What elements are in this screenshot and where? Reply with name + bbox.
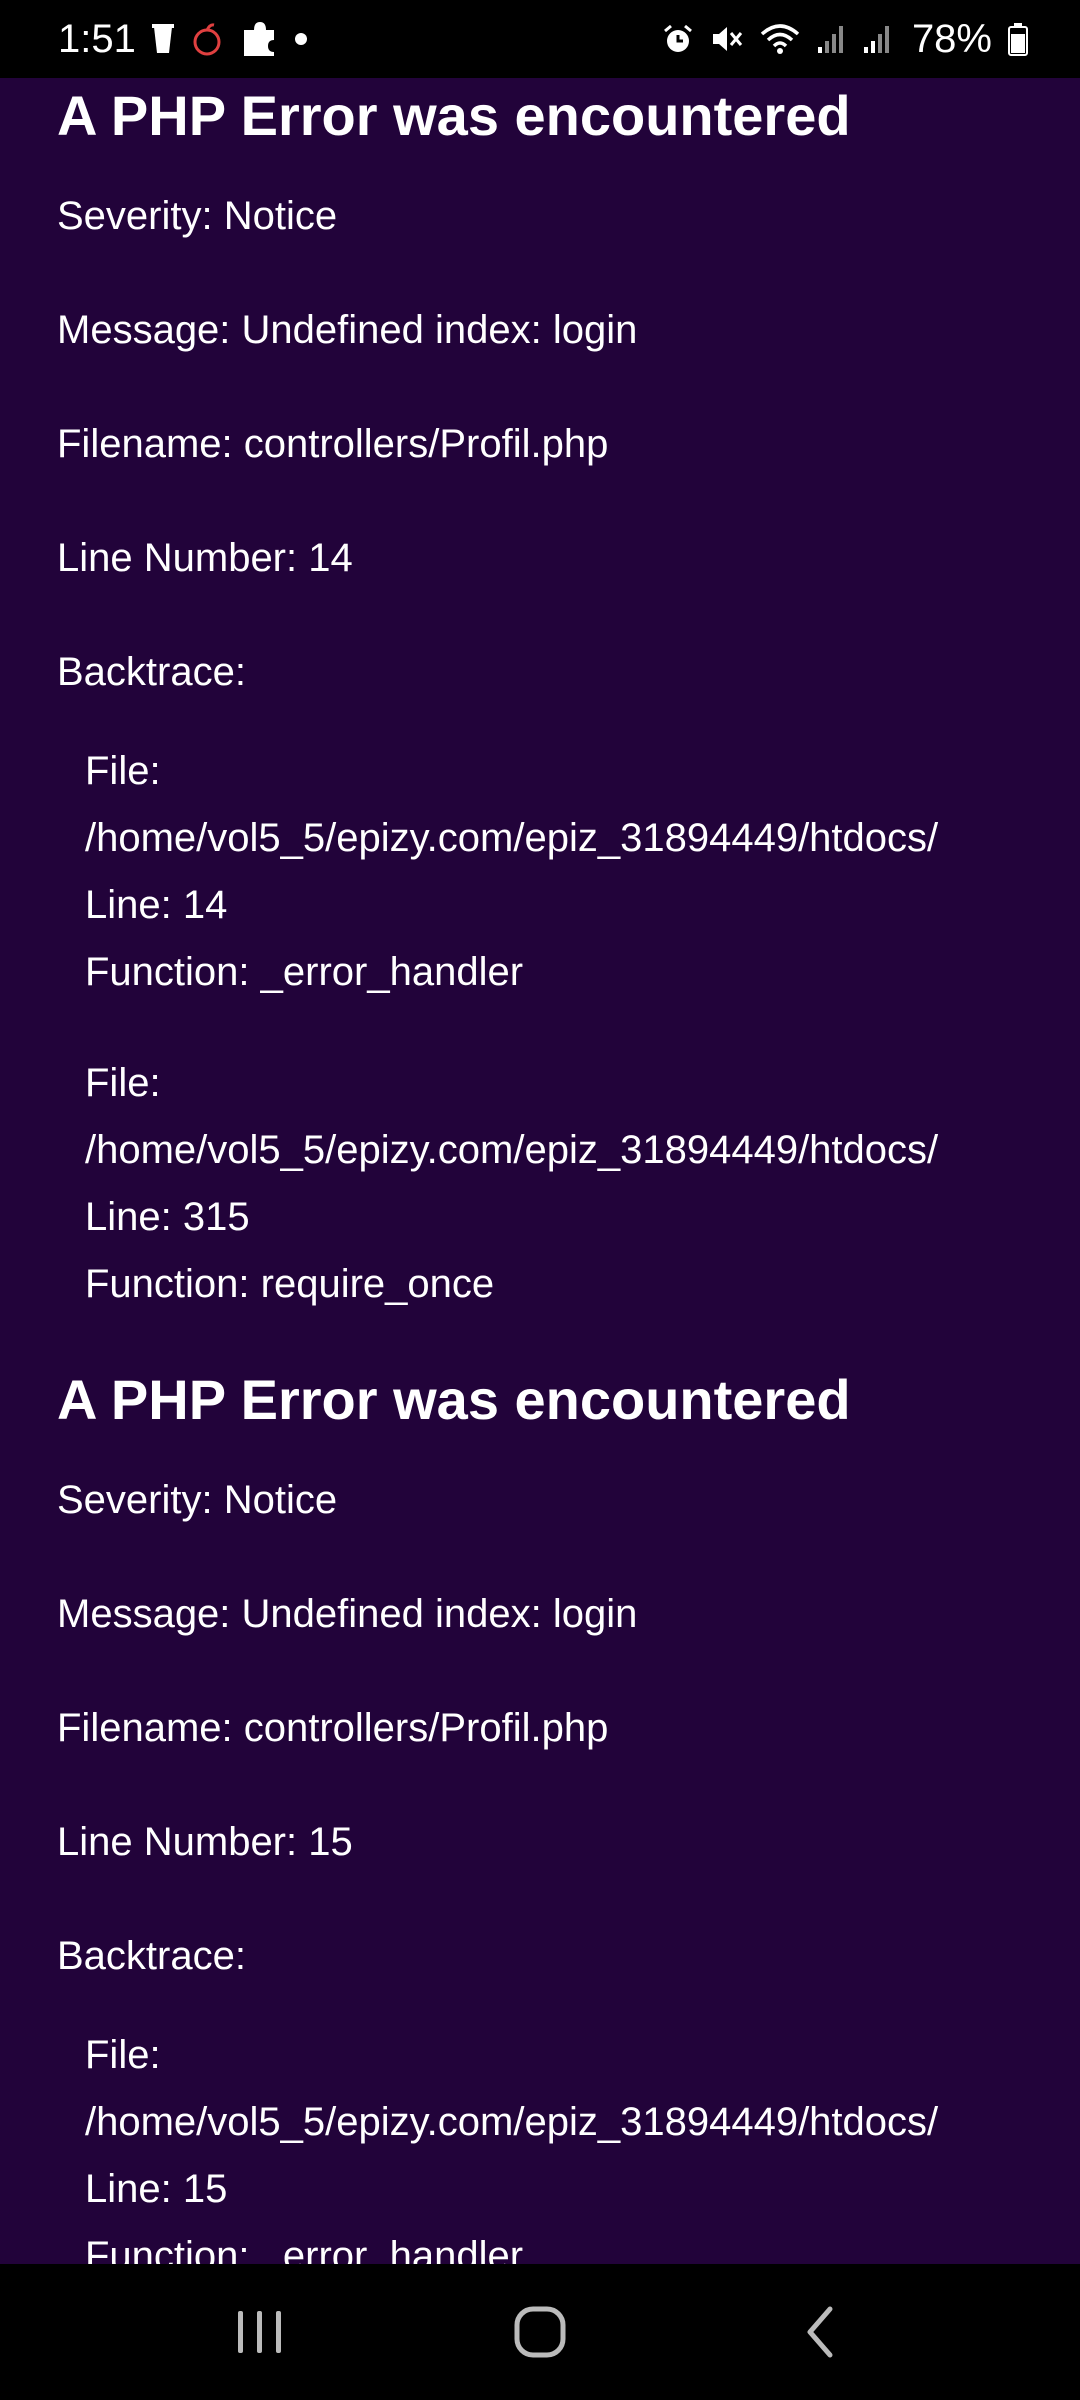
- backtrace-file-path: /home/vol5_5/epizy.com/epiz_31894449/htd…: [85, 816, 939, 860]
- error-line-number: Line Number: 14: [57, 536, 353, 580]
- backtrace-label: Backtrace:: [57, 650, 246, 694]
- backtrace-line: Line: 14: [85, 883, 228, 927]
- error-title: A PHP Error was encountered: [57, 84, 851, 147]
- error-severity: Severity: Notice: [57, 1478, 338, 1522]
- status-left: 1:51: [58, 17, 308, 62]
- home-button[interactable]: [480, 2282, 600, 2382]
- backtrace-function: Function: require_once: [85, 1262, 495, 1306]
- backtrace-function: Function: _error_handler: [85, 950, 524, 994]
- recent-apps-button[interactable]: [200, 2282, 320, 2382]
- status-time: 1:51: [58, 16, 136, 61]
- status-bar: 1:51 78%: [0, 0, 1080, 78]
- error-severity: Severity: Notice: [57, 194, 338, 238]
- backtrace-function: Function: _error_handler: [85, 2234, 524, 2264]
- dot-icon: [294, 19, 308, 59]
- signal-icon-2: [862, 19, 892, 59]
- back-icon: [807, 2306, 833, 2358]
- home-icon: [514, 2306, 566, 2358]
- backtrace-file-label: File:: [85, 749, 161, 793]
- navigation-bar: [0, 2264, 1080, 2400]
- alarm-icon: [662, 19, 694, 59]
- error-message: Message: Undefined index: login: [57, 308, 638, 352]
- error-filename: Filename: controllers/Profil.php: [57, 422, 609, 466]
- backtrace-file-label: File:: [85, 2033, 161, 2077]
- error-title: A PHP Error was encountered: [57, 1368, 851, 1431]
- php-error-block: A PHP Error was encountered Severity: No…: [57, 1362, 1080, 2264]
- mute-icon: [710, 19, 744, 59]
- back-button[interactable]: [760, 2282, 880, 2382]
- error-filename: Filename: controllers/Profil.php: [57, 1706, 609, 1750]
- backtrace-file-label: File:: [85, 1061, 161, 1105]
- apple-app-icon: [190, 19, 224, 59]
- wifi-icon: [760, 19, 800, 59]
- signal-icon: [816, 19, 846, 59]
- status-right: 78%: [662, 17, 1028, 62]
- backtrace-line: Line: 315: [85, 1195, 250, 1239]
- backtrace-entry: File: /home/vol5_5/epizy.com/epiz_318944…: [57, 2022, 1080, 2264]
- puzzle-icon: [240, 19, 278, 59]
- recent-apps-icon: [238, 2311, 281, 2353]
- error-line-number: Line Number: 15: [57, 1820, 353, 1864]
- battery-icon: [1008, 19, 1028, 59]
- php-error-block: A PHP Error was encountered Severity: No…: [57, 78, 1080, 1318]
- backtrace-label: Backtrace:: [57, 1934, 246, 1978]
- backtrace-line: Line: 15: [85, 2167, 228, 2211]
- battery-percentage: 78%: [911, 16, 992, 61]
- backtrace-file-path: /home/vol5_5/epizy.com/epiz_31894449/htd…: [85, 2100, 939, 2144]
- backtrace-file-path: /home/vol5_5/epizy.com/epiz_31894449/htd…: [85, 1128, 939, 1172]
- error-message: Message: Undefined index: login: [57, 1592, 638, 1636]
- backtrace-entry: File: /home/vol5_5/epizy.com/epiz_318944…: [57, 1050, 1080, 1318]
- backtrace-entry: File: /home/vol5_5/epizy.com/epiz_318944…: [57, 738, 1080, 1006]
- trash-notification-icon: [151, 19, 174, 59]
- error-page[interactable]: A PHP Error was encountered Severity: No…: [0, 78, 1080, 2264]
